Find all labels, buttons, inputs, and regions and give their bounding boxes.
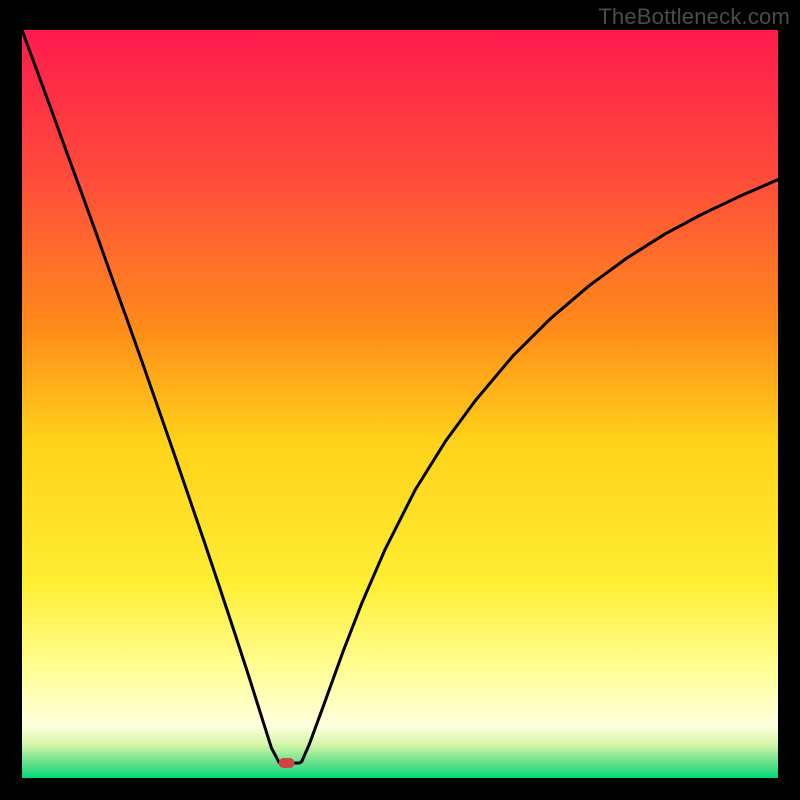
- plot-area: [22, 30, 778, 778]
- chart-svg: [22, 30, 778, 778]
- minimum-marker: [279, 758, 295, 768]
- marker-group: [279, 758, 295, 768]
- gradient-background: [22, 30, 778, 778]
- chart-frame: TheBottleneck.com: [0, 0, 800, 800]
- watermark-text: TheBottleneck.com: [598, 4, 790, 30]
